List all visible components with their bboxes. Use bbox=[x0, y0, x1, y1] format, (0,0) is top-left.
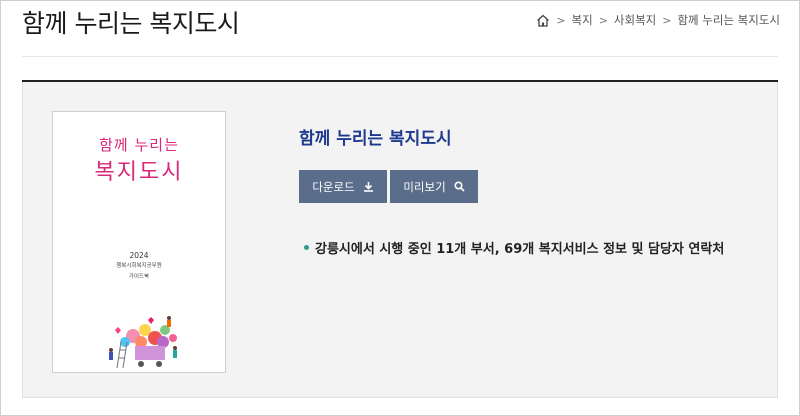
download-button[interactable]: 다운로드 bbox=[299, 170, 387, 203]
download-button-label: 다운로드 bbox=[312, 179, 355, 194]
home-icon[interactable] bbox=[536, 14, 550, 27]
breadcrumb-separator: > bbox=[598, 13, 608, 27]
page-header: 함께 누리는 복지도시 > 복지 > 사회복지 > 함께 누리는 복지도시 bbox=[0, 0, 800, 60]
cover-guide: 가이드북 bbox=[128, 274, 150, 280]
breadcrumb: > 복지 > 사회복지 > 함께 누리는 복지도시 bbox=[536, 12, 780, 28]
preview-button[interactable]: 미리보기 bbox=[390, 170, 478, 203]
breadcrumb-item-current[interactable]: 함께 누리는 복지도시 bbox=[677, 12, 780, 28]
book-description-item: 강릉시에서 시행 중인 11개 부서, 69개 복지서비스 정보 및 담당자 연… bbox=[304, 238, 724, 257]
book-title: 함께 누리는 복지도시 bbox=[299, 129, 452, 149]
book-description: 강릉시에서 시행 중인 11개 부서, 69개 복지서비스 정보 및 담당자 연… bbox=[315, 242, 725, 257]
cover-subtitle: 행복시회복지공무원 bbox=[116, 263, 162, 269]
preview-button-label: 미리보기 bbox=[403, 179, 446, 194]
book-cover-image: 함께 누리는 복지도시 2024 행복시회복지공무원 가이드북 bbox=[52, 111, 226, 373]
breadcrumb-item-welfare[interactable]: 복지 bbox=[572, 12, 593, 28]
cover-year: 2024 bbox=[129, 251, 149, 260]
breadcrumb-separator: > bbox=[556, 13, 566, 27]
bullet-icon bbox=[304, 245, 309, 250]
breadcrumb-item-social-welfare[interactable]: 사회복지 bbox=[614, 12, 656, 28]
breadcrumb-separator: > bbox=[662, 13, 672, 27]
cover-title-line2: 복지도시 bbox=[94, 160, 184, 185]
header-divider bbox=[22, 56, 778, 57]
cover-title-line1: 함께 누리는 bbox=[99, 136, 179, 154]
cover-illustration bbox=[109, 316, 177, 369]
book-panel: 함께 누리는 복지도시 2024 행복시회복지공무원 가이드북 함께 누리는 복… bbox=[22, 82, 778, 398]
page-title: 함께 누리는 복지도시 bbox=[22, 9, 240, 38]
search-icon bbox=[454, 181, 465, 192]
download-icon bbox=[363, 182, 373, 192]
